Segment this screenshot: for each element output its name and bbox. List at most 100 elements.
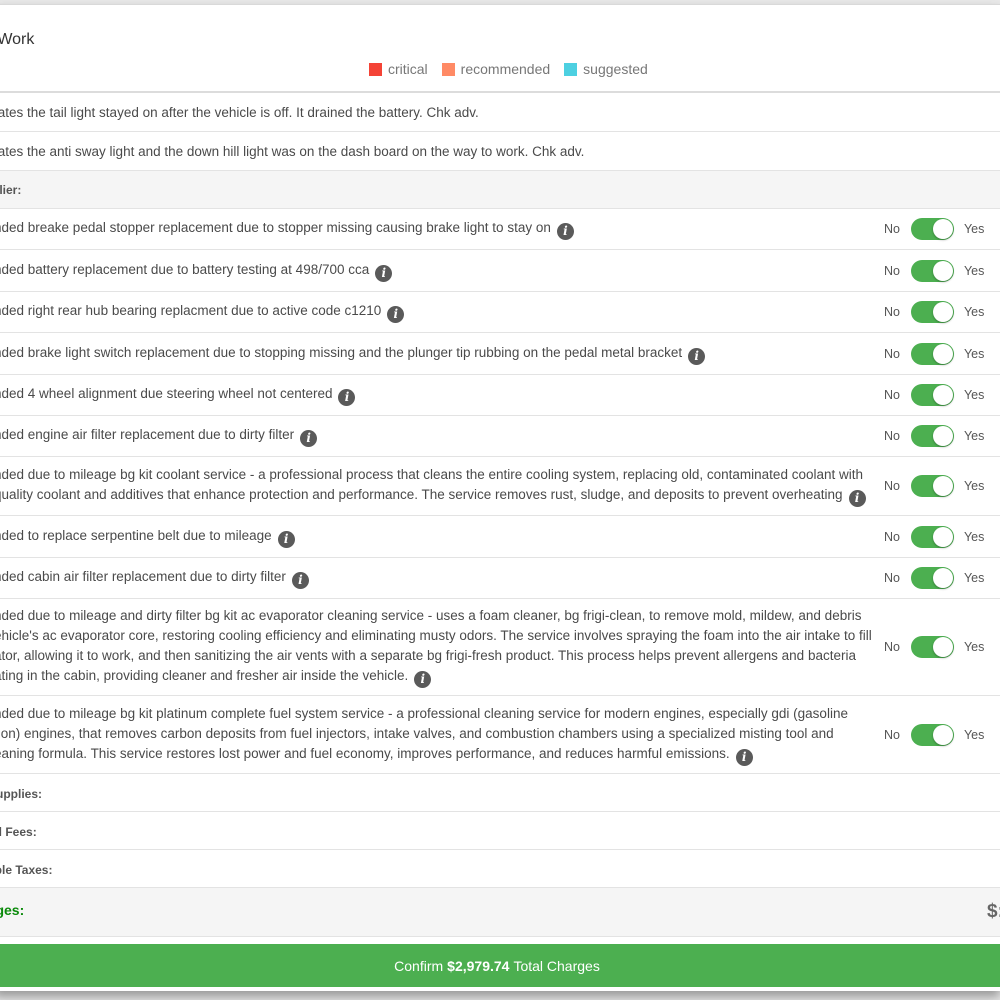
approval-card: e Work critical recommended suggested tate…	[0, 4, 1000, 991]
approval-toggle-group: No Yes	[884, 218, 984, 240]
toggle-no-label: No	[884, 305, 900, 319]
approval-toggle[interactable]	[910, 567, 954, 589]
approval-toggle[interactable]	[910, 636, 954, 658]
info-icon[interactable]: i	[375, 264, 393, 282]
legend-item-suggested: suggested	[564, 61, 648, 77]
toggle-knob	[932, 637, 953, 657]
customer-note-row: tates the tail light stayed on after the…	[0, 93, 1000, 132]
toggle-no-label: No	[884, 222, 900, 236]
recommendation-row: nded 4 wheel alignment due steering whee…	[0, 375, 1000, 416]
approval-toggle[interactable]	[910, 342, 954, 365]
total-charges-label: rges:	[0, 902, 25, 918]
toggle-no-label: No	[884, 263, 900, 278]
legend-swatch	[441, 62, 455, 76]
approval-toggle[interactable]	[910, 384, 954, 406]
recommendation-text: nded to replace serpentine belt due to m…	[0, 526, 844, 548]
approval-toggle[interactable]	[910, 259, 954, 282]
approval-toggle-group: No Yes	[884, 636, 984, 658]
toggle-no-label: No	[884, 571, 900, 585]
recommendation-row: nded engine air filter replacement due t…	[0, 416, 1000, 457]
legend: critical recommended suggested	[369, 61, 662, 77]
total-charges-row: rges: $:	[0, 888, 1000, 937]
recommendation-line: nded cabin air filter replacement due to…	[0, 567, 844, 589]
info-icon[interactable]: i	[300, 430, 318, 447]
toggle-yes-label: Yes	[963, 388, 985, 402]
toggle-knob	[932, 568, 953, 588]
info-icon[interactable]: i	[556, 223, 574, 240]
fees-label: tal Fees:	[0, 825, 37, 839]
toggle-no-label: No	[884, 429, 900, 443]
taxes-row: able Taxes:	[0, 850, 1000, 888]
recommendation-text: nded 4 wheel alignment due steering whee…	[0, 384, 844, 406]
recommendation-text: nded breake pedal stopper replacement du…	[0, 218, 844, 240]
recommendation-line: quality coolant and additives that enhan…	[0, 485, 866, 507]
approval-toggle-group: No Yes	[884, 567, 984, 589]
approval-toggle-group: No Yes	[884, 342, 985, 365]
recommendation-line: nded brake light switch replacement due …	[0, 343, 844, 365]
card-header: e Work critical recommended suggested	[0, 5, 1000, 93]
toggle-yes-label: Yes	[963, 429, 985, 443]
recommendation-text: nded due to mileage bg kit platinum comp…	[0, 704, 848, 766]
legend-item-recommended: recommended	[441, 61, 550, 77]
toggle-knob	[932, 343, 953, 364]
fees-row: tal Fees:	[0, 812, 1000, 850]
taxes-label: able Taxes:	[0, 863, 53, 877]
info-icon[interactable]: i	[848, 490, 866, 507]
toggle-yes-label: Yes	[963, 346, 985, 361]
recommendation-row: nded due to mileage bg kit platinum comp…	[0, 696, 1000, 774]
legend-swatch	[369, 62, 382, 76]
recommendation-line: nded right rear hub bearing replacment d…	[0, 301, 844, 323]
confirm-prefix: Confirm	[394, 957, 444, 974]
info-icon[interactable]: i	[387, 306, 405, 323]
approval-toggle[interactable]	[910, 723, 954, 746]
toggle-no-label: No	[884, 640, 900, 654]
info-icon[interactable]: i	[277, 530, 295, 548]
recommendation-line: ating in the cabin, providing cleaner an…	[0, 666, 844, 688]
customer-note: tates the anti sway light and the down h…	[0, 144, 585, 159]
approval-toggle[interactable]	[910, 525, 954, 548]
toggle-no-label: No	[884, 346, 900, 361]
customer-note-row: tates the anti sway light and the down h…	[0, 132, 1000, 171]
toggle-yes-label: Yes	[963, 727, 985, 742]
approval-toggle[interactable]	[910, 301, 954, 323]
confirm-button[interactable]: Confirm $2,979.74 Total Charges	[0, 944, 1000, 987]
recommendation-text: nded right rear hub bearing replacment d…	[0, 301, 844, 323]
recommendation-line: nded battery replacement due to battery …	[0, 260, 844, 282]
recommendation-row: nded due to mileage bg kit coolant servi…	[0, 457, 1000, 516]
toggle-yes-label: Yes	[963, 263, 985, 278]
approval-toggle-group: No Yes	[884, 259, 985, 282]
recommendation-text: nded due to mileage and dirty filter bg …	[0, 606, 872, 688]
approval-toggle-group: No Yes	[884, 384, 984, 406]
toggle-yes-label: Yes	[963, 571, 985, 585]
toggle-no-label: No	[884, 479, 900, 493]
section-label: arlier:	[0, 183, 22, 197]
approval-toggle[interactable]	[910, 475, 954, 497]
recommendation-row: nded due to mileage and dirty filter bg …	[0, 599, 1000, 696]
approval-toggle-group: No Yes	[884, 301, 984, 323]
info-icon[interactable]: i	[735, 748, 753, 766]
legend-item-critical: critical	[369, 61, 428, 77]
toggle-no-label: No	[884, 529, 900, 544]
recommendation-row: nded cabin air filter replacement due to…	[0, 558, 1000, 599]
info-icon[interactable]: i	[291, 572, 309, 589]
legend-label: suggested	[583, 61, 648, 77]
recommendation-row: nded to replace serpentine belt due to m…	[0, 516, 1000, 558]
recommendation-line: ator, allowing it to work, and then sani…	[0, 648, 856, 663]
recommendation-line: eaning formula. This service restores lo…	[0, 744, 844, 766]
info-icon[interactable]: i	[688, 347, 706, 365]
toggle-yes-label: Yes	[963, 479, 985, 493]
recommendation-text: nded cabin air filter replacement due to…	[0, 567, 844, 589]
info-icon[interactable]: i	[338, 389, 356, 406]
approval-toggle[interactable]	[910, 425, 954, 447]
info-icon[interactable]: i	[414, 671, 432, 688]
toggle-yes-label: Yes	[963, 640, 985, 654]
approval-toggle[interactable]	[910, 218, 954, 240]
section-header: arlier:	[0, 171, 1000, 209]
approval-toggle-group: No Yes	[884, 525, 984, 548]
toggle-knob	[932, 476, 953, 496]
recommendation-text: nded brake light switch replacement due …	[0, 343, 844, 365]
recommendation-line: nded to replace serpentine belt due to m…	[0, 526, 844, 548]
toggle-knob	[932, 426, 953, 446]
recommendation-line: nded due to mileage bg kit coolant servi…	[0, 467, 863, 482]
confirm-suffix: Total Charges	[513, 957, 600, 974]
